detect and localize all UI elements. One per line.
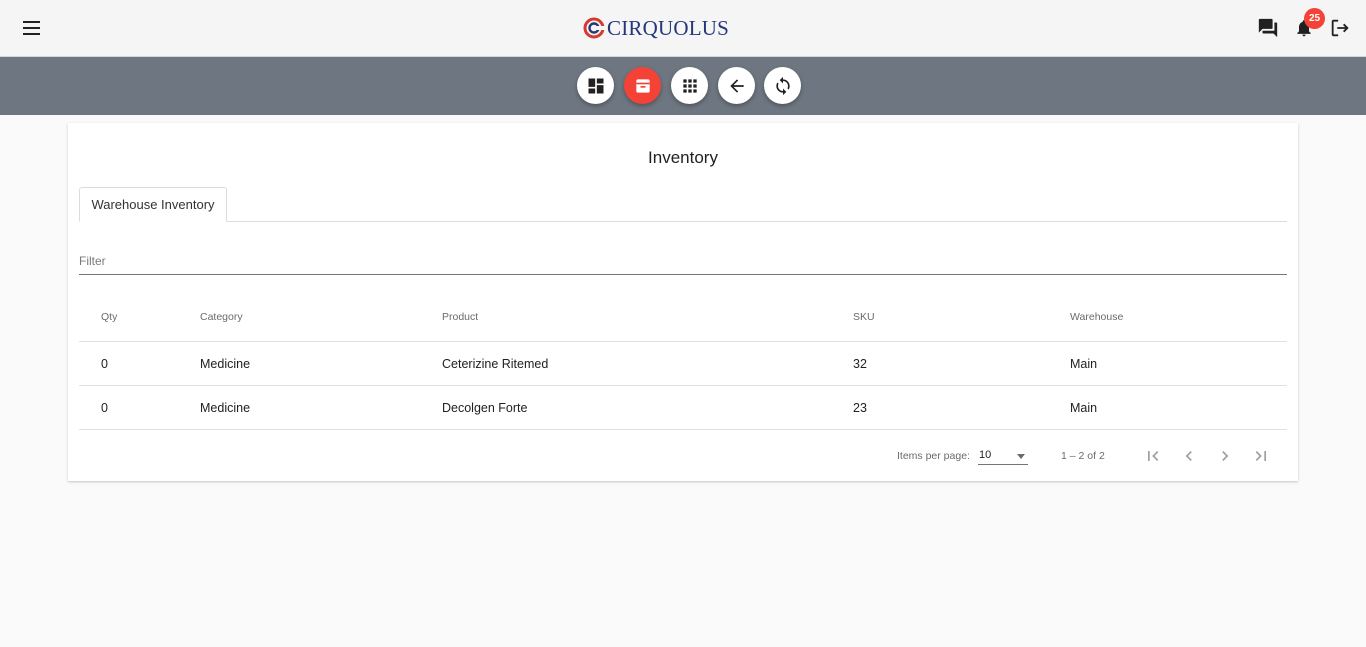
notifications-button[interactable]: 25 (1292, 8, 1325, 40)
items-per-page-label: Items per page: (897, 450, 970, 462)
dropdown-caret-icon (1017, 454, 1025, 459)
table-row[interactable]: 0 Medicine Ceterizine Ritemed 32 Main (79, 342, 1287, 386)
cell-qty: 0 (101, 400, 108, 415)
cell-sku: 23 (853, 400, 867, 415)
page-title: Inventory (648, 148, 718, 167)
previous-page-button[interactable] (1177, 444, 1201, 468)
table-row[interactable]: 0 Medicine Decolgen Forte 23 Main (79, 386, 1287, 430)
logo-mark-icon (583, 17, 605, 39)
filter-field (79, 249, 1287, 275)
cell-category: Medicine (200, 400, 251, 415)
last-page-button[interactable] (1249, 444, 1273, 468)
filter-input[interactable] (79, 249, 1287, 273)
logo-text: CIRQUOLUS (607, 15, 729, 40)
column-header-qty[interactable]: Qty (101, 293, 117, 341)
logout-icon[interactable] (1328, 16, 1352, 40)
menu-icon[interactable] (20, 16, 44, 40)
cell-category: Medicine (200, 356, 251, 371)
paginator: Items per page: 10 1 – 2 of 2 (79, 441, 1287, 471)
column-header-sku[interactable]: SKU (853, 293, 875, 341)
last-page-icon (1255, 451, 1266, 461)
page-range-label: 1 – 2 of 2 (1061, 450, 1105, 462)
chat-icon[interactable] (1256, 16, 1280, 40)
dashboard-button[interactable] (577, 67, 614, 104)
column-header-product[interactable]: Product (442, 293, 478, 341)
items-per-page-value: 10 (979, 449, 992, 461)
column-header-warehouse[interactable]: Warehouse (1070, 293, 1123, 341)
inventory-card: Inventory Warehouse Inventory Qty Catego… (68, 123, 1298, 481)
first-page-button[interactable] (1141, 444, 1165, 468)
cell-product: Decolgen Forte (442, 400, 528, 415)
apps-grid-icon (682, 78, 697, 93)
back-button[interactable] (718, 67, 755, 104)
first-page-icon (1148, 451, 1159, 461)
arrow-back-icon (729, 78, 744, 93)
action-toolbar (0, 57, 1366, 115)
refresh-button[interactable] (764, 67, 801, 104)
app-logo[interactable]: CIRQUOLUS (583, 15, 729, 41)
notification-badge: 25 (1304, 8, 1325, 29)
chevron-right-icon (1222, 451, 1229, 461)
cell-warehouse: Main (1070, 400, 1098, 415)
dashboard-icon (588, 78, 603, 93)
header-actions: 25 (1256, 8, 1352, 42)
tab-warehouse-inventory[interactable]: Warehouse Inventory (79, 187, 227, 222)
table-header-row: Qty Category Product SKU Warehouse (79, 293, 1287, 342)
apps-button[interactable] (671, 67, 708, 104)
items-per-page-select[interactable]: 10 (978, 445, 1028, 465)
tab-bar: Warehouse Inventory (79, 187, 1287, 222)
cell-qty: 0 (101, 356, 108, 371)
archive-icon (635, 78, 650, 93)
cell-product: Ceterizine Ritemed (442, 356, 549, 371)
refresh-icon (775, 76, 790, 95)
next-page-button[interactable] (1213, 444, 1237, 468)
cell-warehouse: Main (1070, 356, 1098, 371)
archive-button[interactable] (624, 67, 661, 104)
chevron-left-icon (1185, 451, 1192, 461)
top-app-bar: CIRQUOLUS 25 (0, 0, 1366, 57)
cell-sku: 32 (853, 356, 867, 371)
column-header-category[interactable]: Category (200, 293, 243, 341)
inventory-table: Qty Category Product SKU Warehouse 0 Med… (79, 293, 1287, 430)
